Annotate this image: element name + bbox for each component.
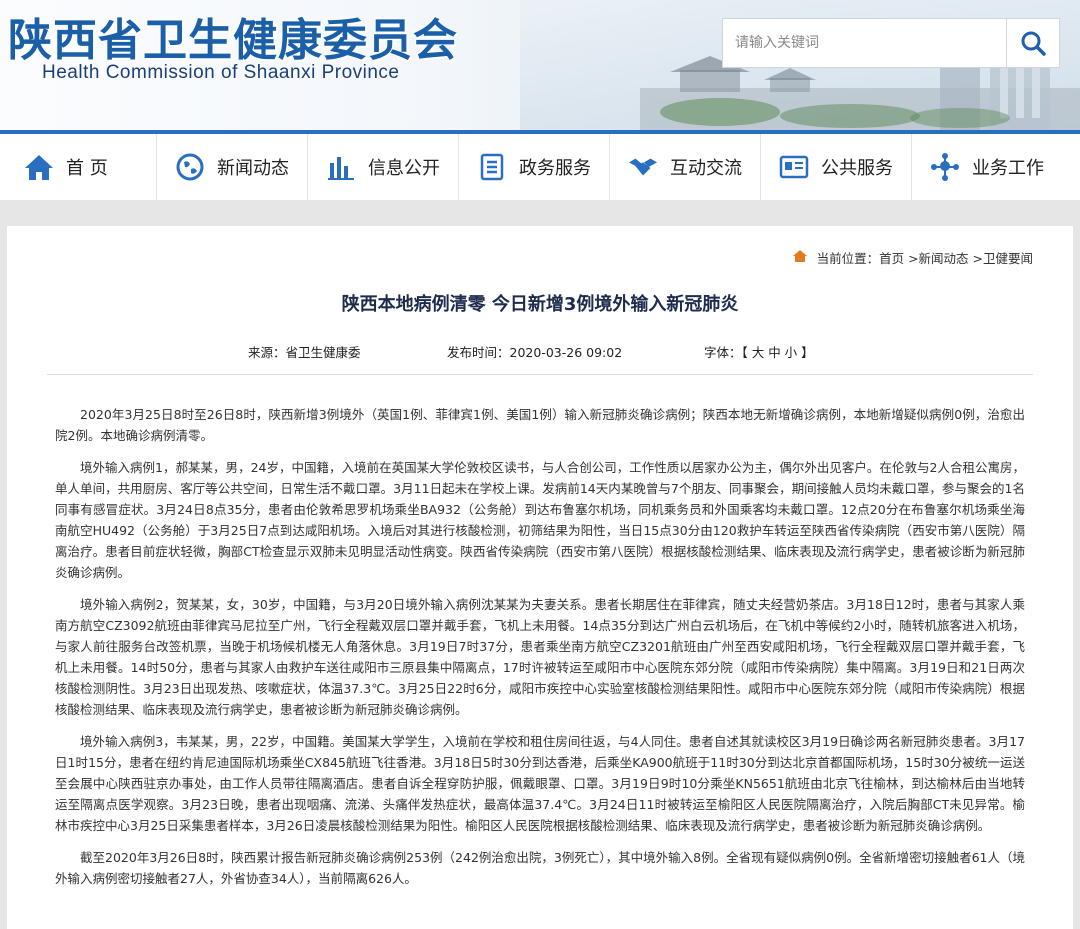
article-panel: 当前位置： 首页 >新闻动态 >卫健要闻 陕西本地病例清零 今日新增3例境外输入… [7, 226, 1073, 929]
site-title: 陕西省卫生健康委员会 [8, 15, 458, 66]
nav-item-news[interactable]: 新闻动态 [157, 134, 308, 200]
divider [47, 374, 1033, 375]
breadcrumb: 当前位置： 首页 >新闻动态 >卫健要闻 [792, 248, 1033, 267]
search-input[interactable] [723, 19, 1007, 67]
site-subtitle: Health Commission of Shaanxi Province [42, 62, 400, 83]
nav-item-gov-services[interactable]: 政务服务 [459, 134, 610, 200]
nav-item-public-services[interactable]: 公共服务 [761, 134, 912, 200]
article-paragraph: 2020年3月25日8时至26日8时，陕西新增3例境外（英国1例、菲律宾1例、美… [55, 407, 1025, 443]
main-nav: 首 页 新闻动态 信息公开 政务服务 互动交流 公共服务 业务工作 [0, 134, 1080, 200]
nav-item-label: 政务服务 [519, 158, 591, 179]
nav-item-info-disclosure[interactable]: 信息公开 [308, 134, 459, 200]
nav-item-label: 新闻动态 [217, 158, 289, 179]
nav-item-home[interactable]: 首 页 [6, 134, 157, 200]
bar-chart-icon [326, 152, 356, 182]
nav-item-label: 信息公开 [368, 158, 440, 179]
font-size-selector[interactable]: 字体：【 大 中 小 】 [704, 342, 814, 361]
handshake-icon [628, 152, 658, 182]
nav-item-label: 业务工作 [972, 158, 1044, 179]
breadcrumb-prefix: 当前位置： [816, 251, 880, 266]
search-button[interactable] [1006, 18, 1060, 68]
nav-item-label: 公共服务 [821, 158, 893, 179]
article-paragraph: 境外输入病例1，郝某某，男，24岁，中国籍，入境前在英国某大学伦敦校区读书，与人… [55, 460, 1025, 580]
nav-item-label: 互动交流 [670, 158, 742, 179]
home-icon [24, 152, 54, 182]
article-body: 2020年3月25日8时至26日8时，陕西新增3例境外（英国1例、菲律宾1例、美… [55, 404, 1025, 900]
site-header: 陕西省卫生健康委员会 Health Commission of Shaanxi … [0, 0, 1080, 130]
id-card-icon [779, 152, 809, 182]
article-paragraph: 境外输入病例2，贺某某，女，30岁，中国籍，与3月20日境外输入病例沈某某为夫妻… [55, 597, 1025, 717]
network-icon [930, 152, 960, 182]
article-source: 来源：省卫生健康委 [248, 345, 361, 360]
search-icon [1021, 31, 1046, 56]
location-icon [792, 250, 807, 265]
article-publish-time: 发布时间：2020-03-26 09:02 [447, 345, 623, 360]
nav-item-business[interactable]: 业务工作 [912, 134, 1063, 200]
document-icon [477, 152, 507, 182]
search-box [722, 18, 1012, 68]
article-paragraph: 截至2020年3月26日8时，陕西累计报告新冠肺炎确诊病例253例（242例治愈… [55, 850, 1025, 886]
breadcrumb-path[interactable]: 首页 >新闻动态 >卫健要闻 [879, 248, 1033, 267]
article-title: 陕西本地病例清零 今日新增3例境外输入新冠肺炎 [341, 294, 739, 315]
globe-icon [175, 152, 205, 182]
nav-item-label: 首 页 [66, 158, 108, 179]
nav-item-interaction[interactable]: 互动交流 [610, 134, 761, 200]
article-paragraph: 境外输入病例3，韦某某，男，22岁，中国籍。美国某大学学生，入境前在学校和租住房… [55, 734, 1025, 833]
